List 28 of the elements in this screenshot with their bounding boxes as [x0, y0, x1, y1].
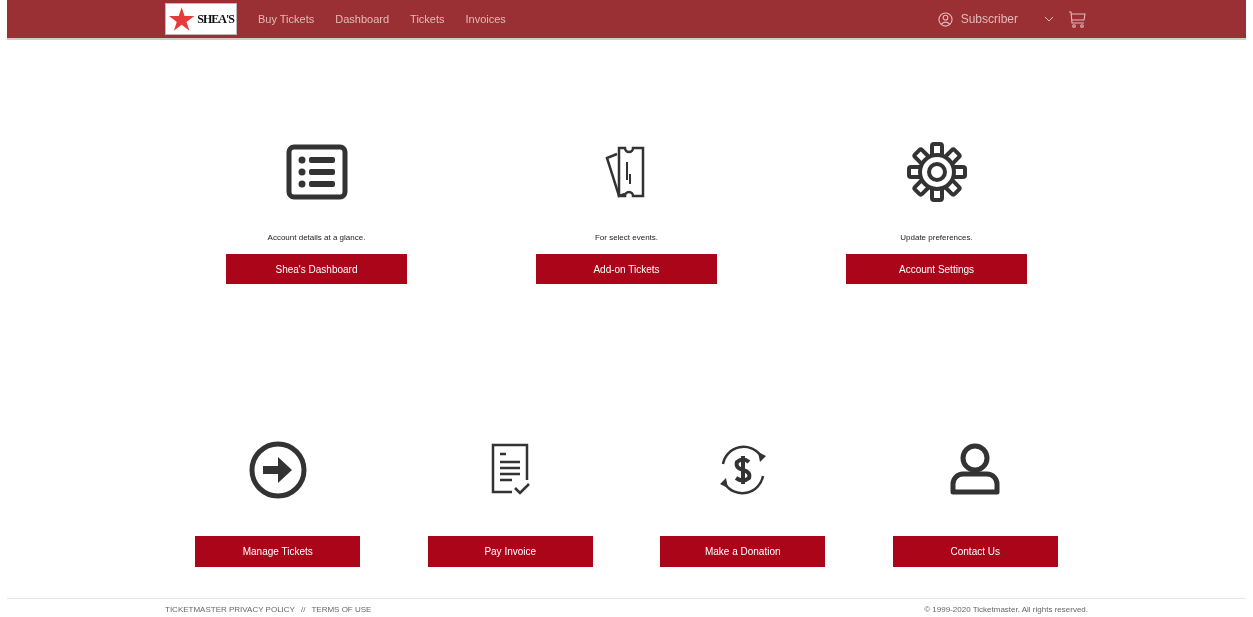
cart-icon[interactable] [1068, 10, 1086, 28]
gear-icon [906, 142, 967, 202]
nav-link[interactable]: Invoices [465, 13, 506, 25]
tile-button[interactable]: Pay Invoice [427, 536, 593, 567]
tile-button[interactable]: Contact Us [892, 536, 1058, 567]
footer-link[interactable]: TICKETMASTER PRIVACY POLICY [165, 604, 295, 614]
chevron-down-icon[interactable] [1044, 16, 1054, 22]
tile-description: For select events. [594, 233, 659, 242]
tile-button[interactable]: Shea's Dashboard [226, 254, 407, 284]
footer-separator: // [300, 604, 306, 614]
copyright-text: © 1999-2020 Ticketmaster. All rights reserved. [924, 604, 1088, 614]
nav-link[interactable]: Tickets [410, 13, 445, 25]
logo[interactable]: SHEA'S [165, 3, 237, 35]
nav-link[interactable]: Dashboard [335, 13, 390, 25]
user-circle-icon [937, 11, 953, 27]
logo-text: SHEA'S [197, 11, 234, 27]
tile-description: Account details at a glance. [267, 233, 366, 242]
tile-button[interactable]: Account Settings [846, 254, 1027, 284]
arrow-circle-icon [247, 440, 308, 500]
star-icon [168, 6, 196, 32]
tile-description: Update preferences. [900, 233, 973, 242]
tile-button[interactable]: Add-on Tickets [536, 254, 717, 284]
tile-button[interactable]: Make a Donation [660, 536, 826, 567]
footer-link[interactable]: TERMS OF USE [311, 604, 372, 614]
nav-link[interactable]: Buy Tickets [258, 13, 315, 25]
tile-button[interactable]: Manage Tickets [195, 536, 361, 567]
list-icon [285, 144, 348, 200]
account-link[interactable]: Subscriber [960, 12, 1018, 26]
